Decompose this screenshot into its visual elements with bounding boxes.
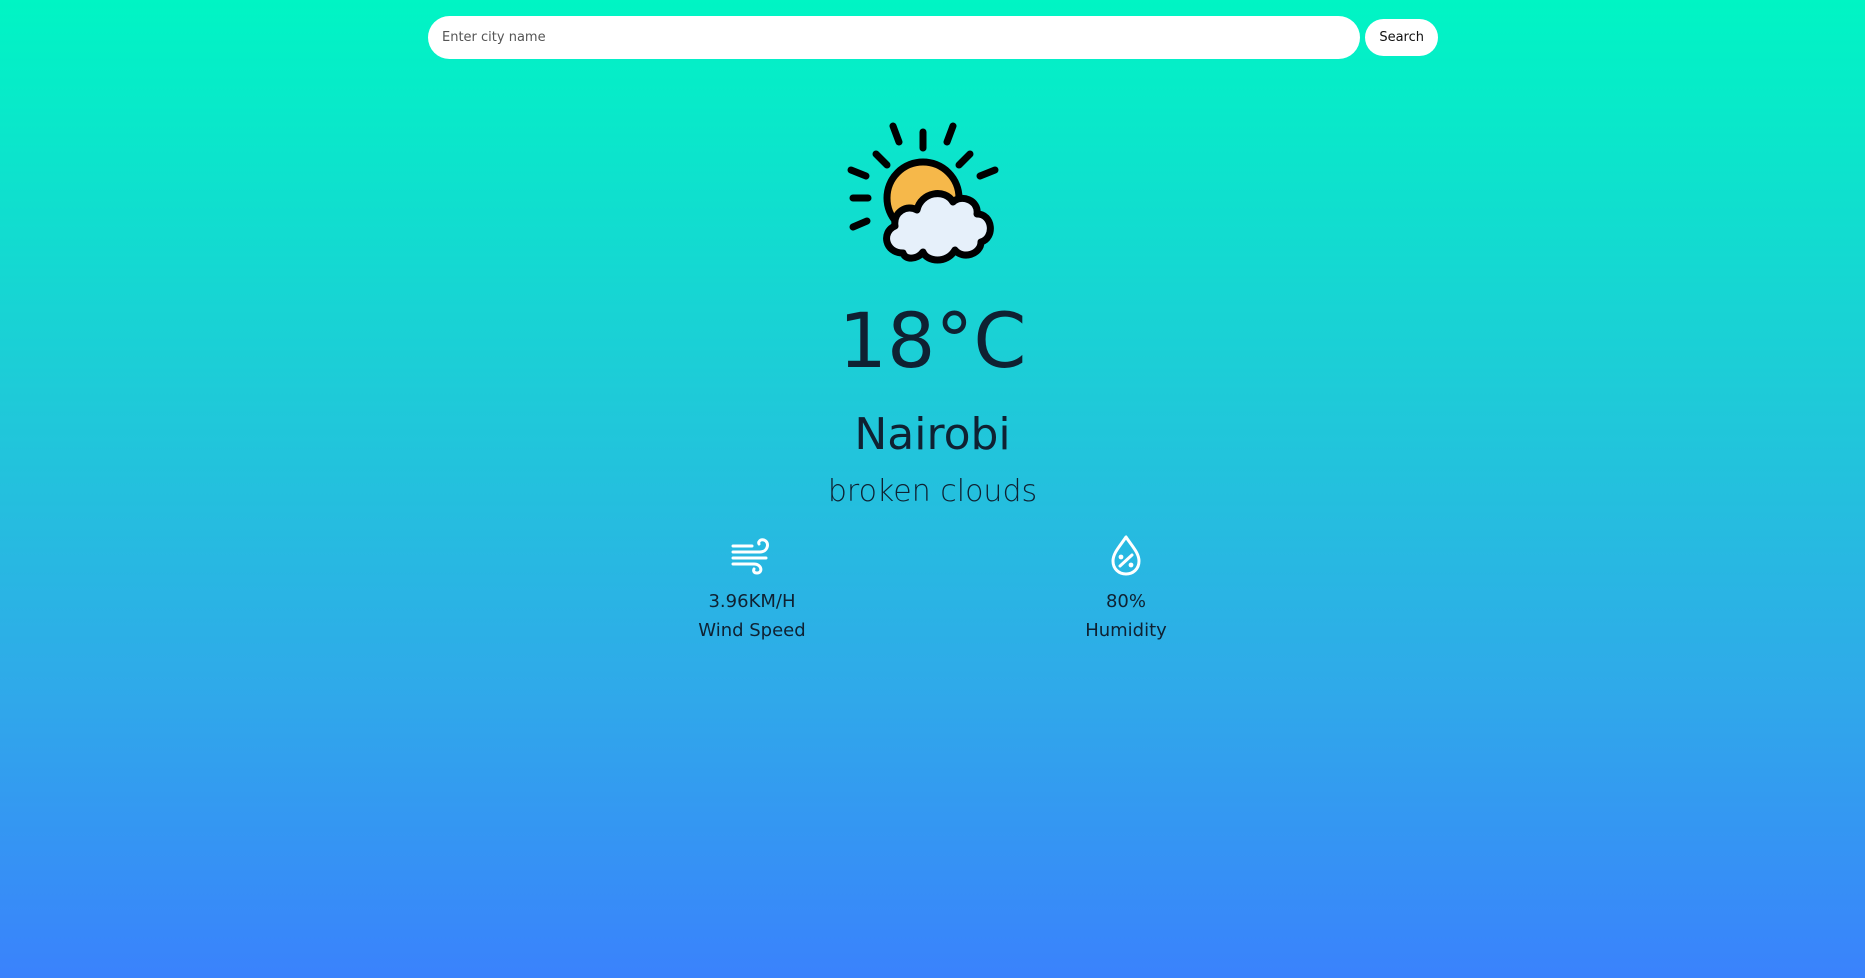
search-bar: Search: [428, 16, 1438, 59]
humidity-drop-icon: [1111, 535, 1141, 576]
humidity-value: 80%: [1105, 591, 1146, 612]
temperature: 18°C: [838, 296, 1027, 385]
wind-speed-value: 3.96KM/H: [708, 591, 796, 612]
wind-icon: [731, 538, 769, 575]
humidity-stat: 80% Humidity: [1036, 533, 1216, 644]
wind-speed-label: Wind Speed: [698, 620, 806, 641]
humidity-label: Humidity: [1085, 620, 1167, 641]
city-search-input[interactable]: [428, 16, 1361, 59]
weather-description: broken clouds: [827, 474, 1038, 509]
wind-speed-stat: 3.96KM/H Wind Speed: [662, 533, 842, 644]
city-name: Nairobi: [854, 409, 1011, 460]
sun-behind-cloud-icon: [843, 118, 1023, 278]
search-button[interactable]: Search: [1365, 19, 1438, 56]
